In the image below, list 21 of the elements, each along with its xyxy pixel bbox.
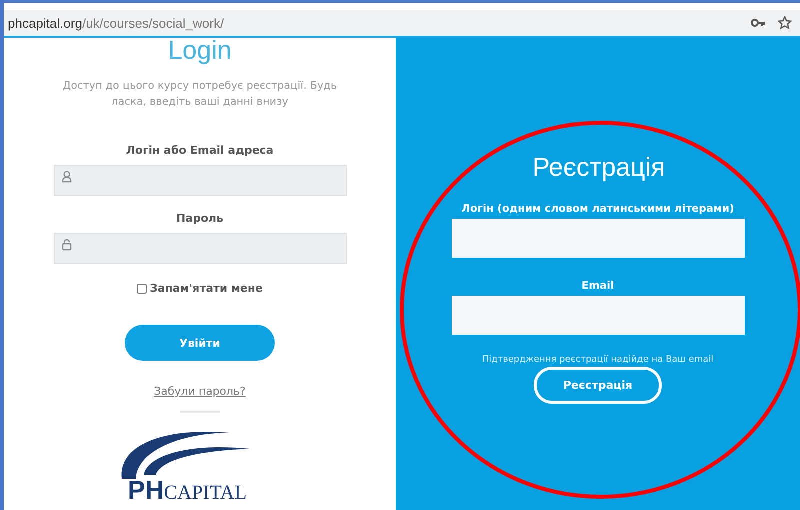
input-field[interactable] <box>54 233 346 264</box>
field-label: Логін (одним словом латинськими літерами) <box>462 203 734 215</box>
input-field[interactable] <box>452 296 744 335</box>
forgot-password-link[interactable]: Забули пароль? <box>154 385 246 398</box>
field-label: Логін або Email адреса <box>126 144 274 157</box>
field-label: Email <box>582 280 614 292</box>
register-title: Реєстрація <box>532 151 666 183</box>
login-description: Доступ до цього курсу потребує реєстрації. Будь ласка, введіть ваші данні внизу <box>62 79 338 110</box>
login-button[interactable]: Увійти <box>125 325 275 361</box>
user-icon <box>62 171 72 183</box>
input-field[interactable] <box>452 219 744 258</box>
input-field[interactable] <box>54 165 346 196</box>
field-label: Пароль <box>176 212 224 225</box>
login-title: Login <box>168 38 232 66</box>
confirmation-note: Підтвердження реєстрації надійде на Ваш email <box>482 355 714 365</box>
key-icon[interactable] <box>751 17 766 29</box>
checkbox-label: Запам'ятати мене <box>150 282 263 295</box>
lock-icon <box>62 239 72 251</box>
bookmark-star-icon[interactable] <box>778 16 792 30</box>
register-button[interactable]: Реєстрація <box>534 367 662 404</box>
checkbox[interactable] <box>137 284 148 294</box>
